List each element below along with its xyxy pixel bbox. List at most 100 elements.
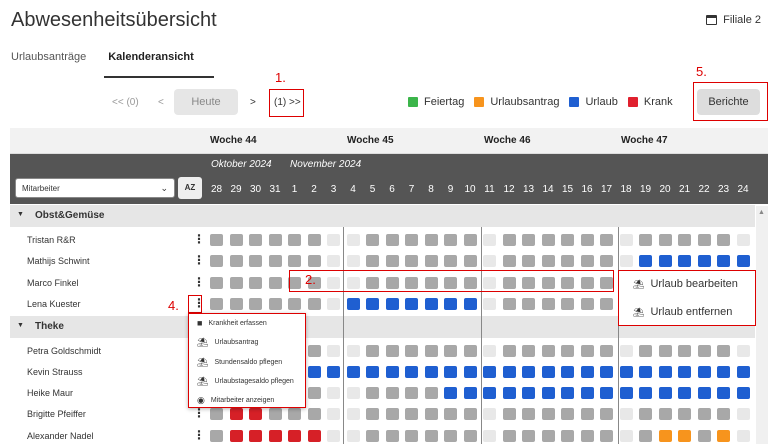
day-cell[interactable]	[502, 345, 516, 357]
day-cell[interactable]	[541, 387, 555, 399]
day-cell[interactable]	[600, 408, 613, 420]
more-menu-icon[interactable]: ⋮	[193, 406, 205, 420]
day-cell[interactable]	[327, 408, 340, 420]
day-cell[interactable]	[502, 430, 516, 442]
day-cell[interactable]	[405, 408, 418, 420]
day-cell[interactable]	[346, 387, 360, 399]
day-cell[interactable]	[424, 234, 438, 246]
day-cell[interactable]	[385, 430, 399, 442]
day-cell[interactable]	[483, 430, 496, 442]
day-cell[interactable]	[327, 345, 340, 357]
day-cell[interactable]	[639, 345, 652, 357]
day-cell[interactable]	[639, 408, 652, 420]
day-cell[interactable]	[463, 430, 477, 442]
day-cell[interactable]	[307, 255, 321, 267]
day-cell[interactable]	[561, 234, 574, 246]
day-cell[interactable]	[717, 234, 730, 246]
day-cell[interactable]	[483, 255, 496, 267]
day-cell[interactable]	[424, 366, 438, 378]
day-cell[interactable]	[522, 234, 535, 246]
remove-vacation-item[interactable]: ⛱ Urlaub entfernen	[633, 306, 732, 318]
more-menu-icon[interactable]: ⋮	[193, 428, 205, 442]
day-cell[interactable]	[424, 387, 438, 399]
day-cell[interactable]	[268, 430, 282, 442]
day-cell[interactable]	[678, 255, 691, 267]
day-cell[interactable]	[522, 298, 535, 310]
day-cell[interactable]	[327, 387, 340, 399]
day-cell[interactable]	[736, 408, 750, 420]
day-cell[interactable]	[385, 345, 399, 357]
day-cell[interactable]	[561, 408, 574, 420]
pager-first[interactable]: << (0)	[112, 97, 139, 108]
group-header[interactable]: ▼ Obst&Gemüse	[10, 205, 755, 227]
day-cell[interactable]	[736, 387, 750, 399]
day-cell[interactable]	[678, 345, 691, 357]
day-cell[interactable]	[229, 408, 243, 420]
day-cell[interactable]	[288, 408, 301, 420]
store-selector[interactable]: Filiale 2	[706, 14, 761, 26]
day-cell[interactable]	[346, 345, 360, 357]
day-cell[interactable]	[405, 255, 418, 267]
day-cell[interactable]	[268, 255, 282, 267]
day-cell[interactable]	[717, 387, 730, 399]
day-cell[interactable]	[424, 408, 438, 420]
day-cell[interactable]	[522, 366, 535, 378]
day-cell[interactable]	[619, 387, 633, 399]
day-cell[interactable]	[249, 430, 262, 442]
day-cell[interactable]	[210, 298, 223, 310]
day-cell[interactable]	[600, 387, 613, 399]
day-cell[interactable]	[444, 408, 457, 420]
day-cell[interactable]	[580, 345, 594, 357]
day-cell[interactable]	[307, 234, 321, 246]
day-cell[interactable]	[600, 255, 613, 267]
day-cell[interactable]	[366, 430, 379, 442]
day-cell[interactable]	[268, 234, 282, 246]
day-cell[interactable]	[366, 345, 379, 357]
day-cell[interactable]	[678, 387, 691, 399]
day-cell[interactable]	[366, 298, 379, 310]
day-cell[interactable]	[249, 277, 262, 289]
day-cell[interactable]	[619, 234, 633, 246]
more-menu-icon[interactable]: ⋮	[193, 232, 205, 246]
day-cell[interactable]	[580, 234, 594, 246]
day-cell[interactable]	[229, 255, 243, 267]
day-cell[interactable]	[210, 408, 223, 420]
day-cell[interactable]	[463, 298, 477, 310]
day-cell[interactable]	[385, 366, 399, 378]
day-cell[interactable]	[561, 255, 574, 267]
day-cell[interactable]	[229, 430, 243, 442]
vacation-request-item[interactable]: ⛱ Urlaubsantrag	[197, 337, 258, 348]
day-cell[interactable]	[580, 298, 594, 310]
day-cell[interactable]	[619, 345, 633, 357]
day-cell[interactable]	[288, 234, 301, 246]
day-cell[interactable]	[385, 298, 399, 310]
day-cell[interactable]	[327, 298, 340, 310]
day-cell[interactable]	[366, 408, 379, 420]
day-cell[interactable]	[307, 387, 321, 399]
day-cell[interactable]	[229, 277, 243, 289]
day-cell[interactable]	[444, 234, 457, 246]
day-cell[interactable]	[502, 298, 516, 310]
day-cell[interactable]	[522, 387, 535, 399]
day-cell[interactable]	[424, 430, 438, 442]
day-cell[interactable]	[405, 387, 418, 399]
pager-prev[interactable]: <	[158, 97, 164, 108]
show-employee-item[interactable]: ◉ Mitarbeiter anzeigen	[197, 395, 274, 406]
day-cell[interactable]	[619, 408, 633, 420]
day-cell[interactable]	[405, 298, 418, 310]
day-cell[interactable]	[697, 345, 711, 357]
day-cell[interactable]	[717, 255, 730, 267]
day-cell[interactable]	[717, 408, 730, 420]
day-cell[interactable]	[346, 366, 360, 378]
day-cell[interactable]	[288, 298, 301, 310]
day-cell[interactable]	[600, 234, 613, 246]
day-cell[interactable]	[619, 430, 633, 442]
day-cell[interactable]	[619, 366, 633, 378]
day-cell[interactable]	[463, 255, 477, 267]
day-cell[interactable]	[678, 234, 691, 246]
day-cell[interactable]	[522, 255, 535, 267]
day-cell[interactable]	[736, 430, 750, 442]
day-cell[interactable]	[385, 234, 399, 246]
day-cell[interactable]	[639, 387, 652, 399]
day-cell[interactable]	[424, 255, 438, 267]
